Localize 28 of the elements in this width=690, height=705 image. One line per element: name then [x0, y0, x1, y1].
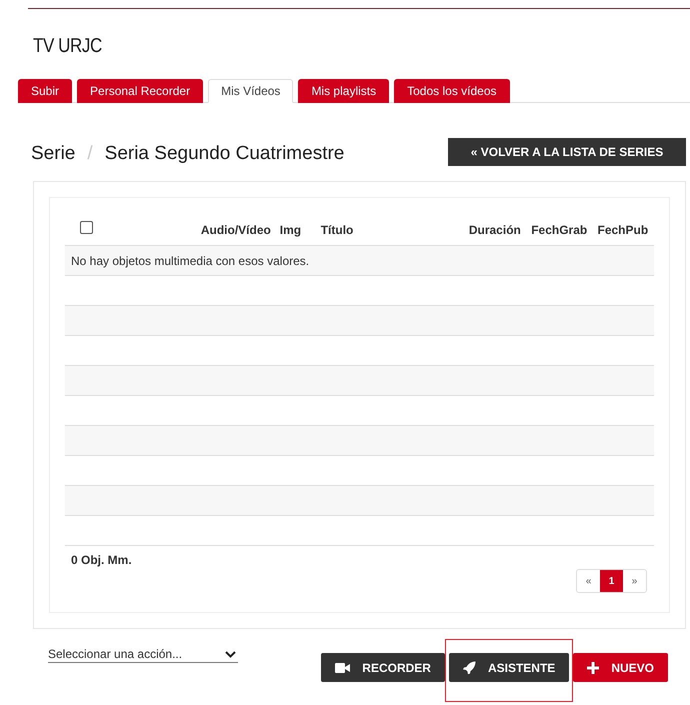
new-button[interactable]: NUEVO [573, 653, 668, 682]
column-header[interactable]: FechGrab [531, 223, 588, 237]
page-button[interactable]: 1 [600, 570, 623, 592]
recorder-button[interactable]: RECORDER [321, 653, 445, 682]
back-button[interactable]: « VOLVER A LA LISTA DE SERIES [448, 138, 686, 166]
tab[interactable]: Subir [18, 79, 72, 103]
empty-message: No hay objetos multimedia con esos valores. [71, 254, 310, 268]
select-all-checkbox[interactable] [80, 220, 93, 234]
video-camera-icon [335, 662, 350, 672]
column-header[interactable]: Título [320, 223, 354, 237]
tab[interactable]: Mis playlists [298, 79, 390, 103]
tab[interactable]: Personal Recorder [77, 79, 204, 103]
plus-icon [587, 662, 600, 674]
column-header[interactable]: Img [280, 223, 302, 237]
tab[interactable]: Todos los vídeos [394, 79, 510, 103]
item-count: 0 Obj. Mm. [71, 553, 132, 567]
action-dropdown[interactable]: Seleccionar una acción... [48, 646, 238, 663]
rocket-icon [462, 661, 476, 674]
tab[interactable]: Mis Vídeos [208, 79, 294, 103]
breadcrumb-separator: / [87, 142, 93, 164]
wizard-button[interactable]: ASISTENTE [448, 653, 570, 682]
breadcrumb-link[interactable]: Serie [31, 142, 76, 164]
column-header[interactable]: FechPub [597, 223, 648, 237]
chevron-down-icon [225, 650, 236, 658]
site-title: TV URJC [33, 35, 103, 58]
column-header[interactable]: Duración [468, 223, 521, 237]
column-header[interactable]: Audio/Vídeo [200, 223, 271, 237]
page-heading: Seria Segundo Cuatrimestre [104, 142, 344, 164]
